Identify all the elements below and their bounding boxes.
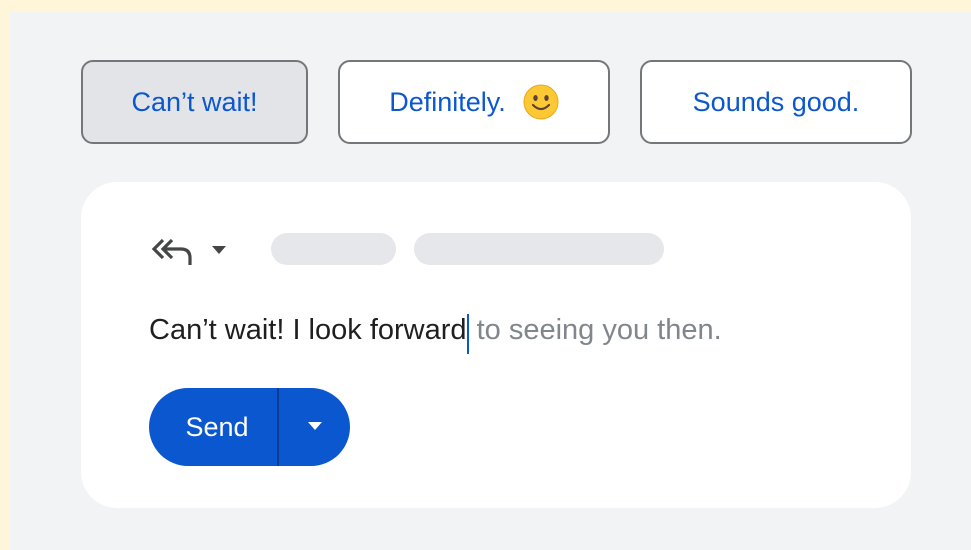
reply-compose-card: Can’t wait! I look forward to seeing you…	[81, 182, 911, 508]
reply-all-icon	[151, 232, 197, 268]
recipient-placeholder	[414, 233, 664, 265]
smart-reply-chip-cant-wait[interactable]: Can’t wait!	[81, 60, 308, 144]
send-options-button[interactable]	[279, 388, 350, 466]
smart-reply-chip-sounds-good[interactable]: Sounds good.	[640, 60, 912, 144]
smart-reply-panel: Can’t wait! Definitely. Sounds good. Can…	[10, 12, 971, 550]
message-body[interactable]: Can’t wait! I look forward to seeing you…	[149, 310, 722, 354]
recipient-placeholder	[271, 233, 396, 265]
smart-reply-chip-label: Can’t wait!	[131, 86, 258, 117]
smart-reply-chip-definitely[interactable]: Definitely.	[338, 60, 610, 144]
caret-down-icon	[211, 245, 227, 255]
slightly-smiling-face-icon	[523, 84, 559, 120]
reply-type-selector[interactable]	[151, 232, 227, 268]
smart-compose-suggestion: to seeing you then.	[468, 314, 722, 346]
send-button[interactable]: Send	[149, 388, 277, 466]
send-button-group: Send	[149, 388, 350, 466]
smart-reply-chip-label: Definitely.	[389, 86, 506, 117]
smart-reply-chip-label: Sounds good.	[692, 86, 860, 117]
send-button-label: Send	[185, 411, 249, 442]
caret-down-icon	[307, 418, 323, 436]
typed-text: Can’t wait! I look forward	[149, 314, 467, 346]
